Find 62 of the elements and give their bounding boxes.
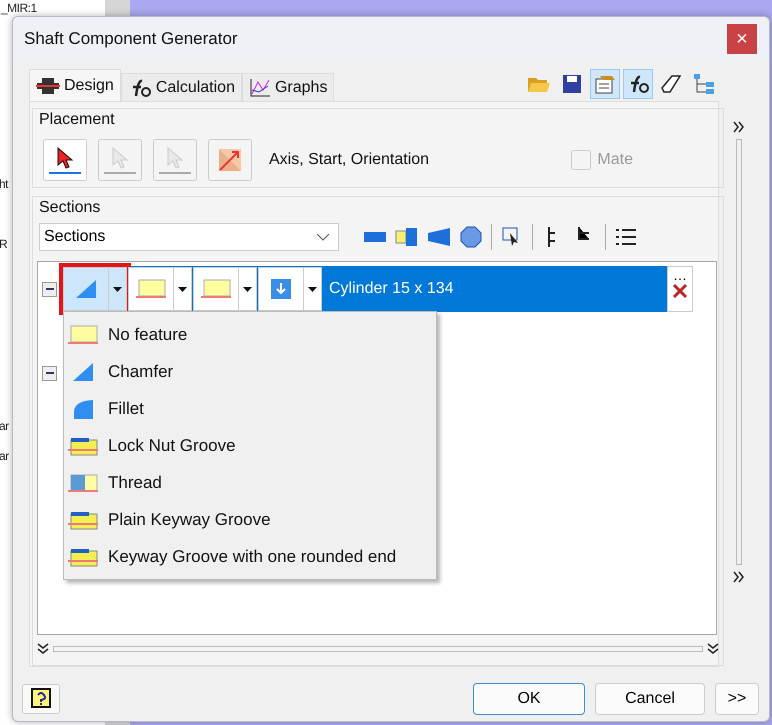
tab[interactable]: Graphs [242,73,334,101]
feature-dropdown[interactable] [258,267,322,311]
help-icon [30,687,52,711]
delete-icon [672,283,688,299]
feature-dropdown[interactable] [193,267,257,311]
menu-item[interactable]: Plain Keyway Groove [64,501,436,538]
tab[interactable]: Design [29,69,121,101]
collapse-icon[interactable] [42,282,57,296]
menu-item[interactable]: Thread [64,464,436,501]
dialog-button[interactable]: Cancel [595,683,705,715]
toolbar-button[interactable] [623,69,653,99]
pointer-icon [56,146,74,168]
more-button[interactable]: … [667,266,693,312]
hierarchy-icon [693,73,715,95]
close-button[interactable]: × [727,24,757,54]
menu-item[interactable]: Fillet [64,390,436,427]
thread-icon [68,472,98,494]
dialog-button[interactable]: OK [473,683,585,715]
menu-item[interactable]: Lock Nut Groove [64,427,436,464]
pointer-icon [166,146,184,168]
caret-icon [243,286,252,292]
flip-icon [216,146,244,174]
menu-item[interactable]: Chamfer [64,353,436,390]
feature-icon [270,278,292,300]
toolbar-button[interactable] [590,69,620,99]
clipboard-icon [594,74,616,94]
pointer-icon [111,146,129,168]
double-chevron-icon[interactable] [733,571,745,583]
background-text: ht [0,178,8,191]
placement-button[interactable] [43,139,87,181]
caret-icon [308,286,317,292]
cone-icon[interactable] [427,225,451,249]
collapse-icon[interactable] [42,366,57,380]
feature-icon [201,278,231,300]
chevron-down-icon [316,233,330,241]
caret-icon [113,286,122,292]
dialog-button[interactable]: >> [715,683,759,715]
placement-hint: Axis, Start, Orientation [269,151,430,169]
nofeature-icon [68,324,98,346]
menu-item[interactable]: No feature [64,316,436,353]
double-chevron-icon[interactable] [37,643,49,655]
feature-icon [136,278,166,300]
sections-dropdown[interactable]: Sections [39,223,339,251]
menu-item[interactable]: Keyway Groove with one rounded end [64,538,436,575]
graph-icon [248,78,271,98]
double-chevron-icon[interactable] [707,643,719,655]
help-button[interactable] [22,684,60,714]
background-text: R [0,238,8,251]
save-icon [562,74,582,94]
window-title: Shaft Component Generator [24,29,238,49]
caret-icon [178,286,187,292]
section-label: Cylinder 15 x 134 [329,280,455,298]
checkbox-label: Mate [597,151,633,169]
polygon-icon[interactable] [459,225,483,249]
double-chevron-icon[interactable] [733,121,745,133]
feature-dropdown[interactable] [128,267,192,311]
tab[interactable]: Calculation [120,73,242,101]
eraser-icon [660,74,682,94]
group-label: Placement [38,111,116,129]
background-text: _MIR:1 [1,2,37,15]
shaft-icon [36,76,60,94]
group-label: Sections [38,199,102,217]
